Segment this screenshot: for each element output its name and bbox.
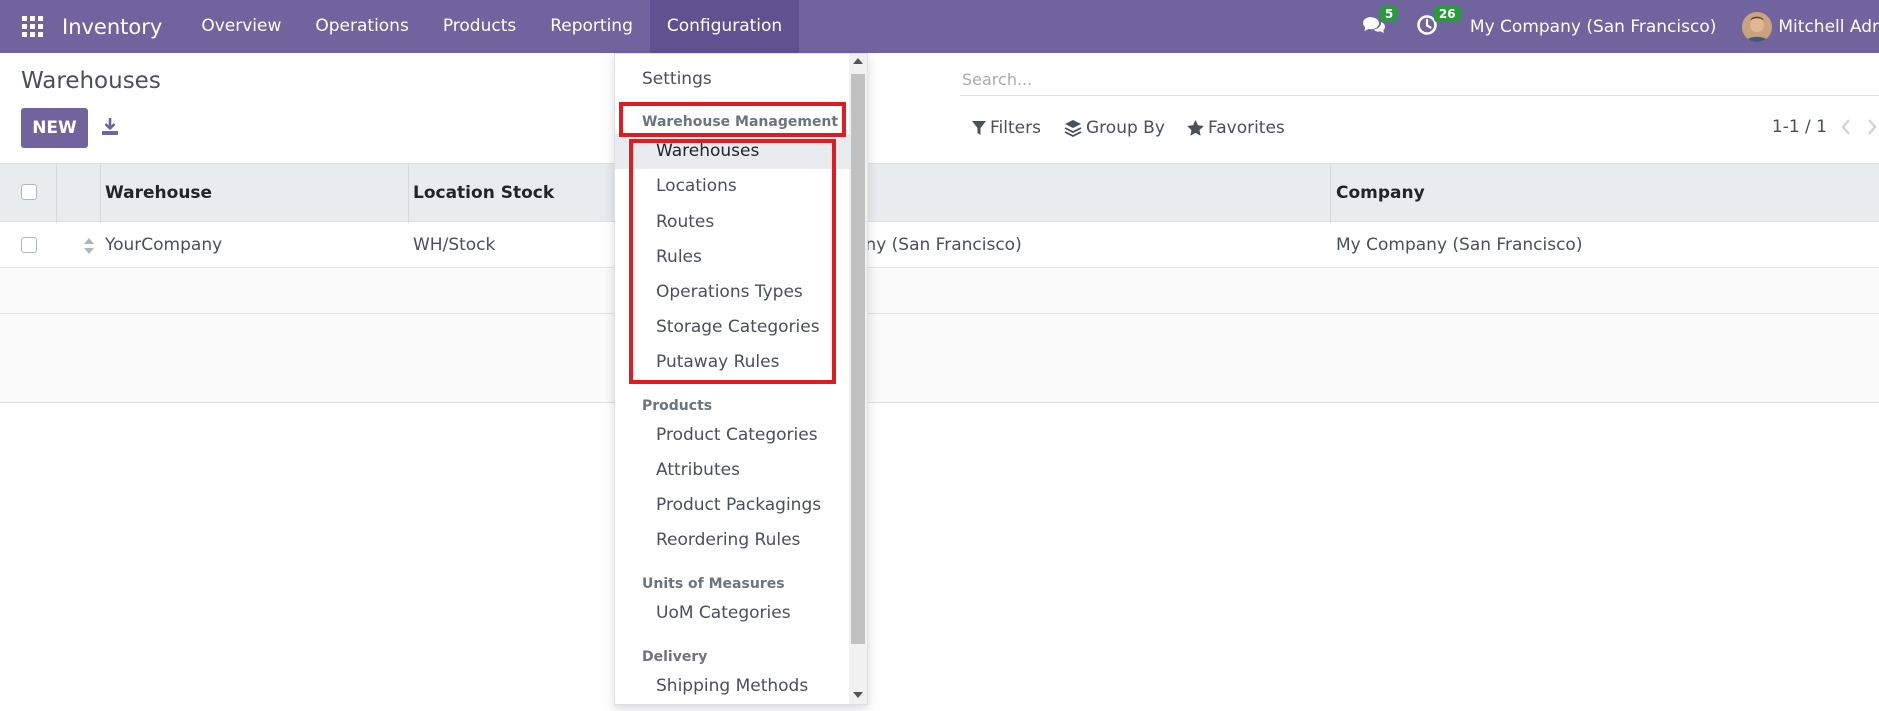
select-all-checkbox[interactable] bbox=[21, 184, 37, 200]
star-icon bbox=[1187, 120, 1204, 136]
menu-item-shipping-methods[interactable]: Shipping Methods bbox=[615, 669, 851, 704]
messages-count-badge: 5 bbox=[1379, 5, 1399, 22]
row-select-checkbox[interactable] bbox=[21, 237, 37, 253]
column-header-warehouse[interactable]: Warehouse bbox=[105, 164, 212, 223]
download-icon[interactable] bbox=[101, 116, 119, 136]
scroll-down-arrow-icon[interactable] bbox=[853, 692, 863, 698]
messages-systray[interactable]: 5 bbox=[1362, 5, 1399, 40]
groupby-label: Group By bbox=[1086, 118, 1165, 138]
apps-grid-icon[interactable] bbox=[22, 15, 44, 38]
column-header-location-stock[interactable]: Location Stock bbox=[413, 164, 554, 223]
cell-location-stock: WH/Stock bbox=[413, 235, 496, 255]
dropdown-scrollbar[interactable] bbox=[849, 54, 867, 704]
section-delivery: Delivery bbox=[642, 649, 708, 665]
favorites-label: Favorites bbox=[1208, 118, 1285, 138]
filter-icon bbox=[972, 121, 986, 135]
activities-count-badge: 26 bbox=[1433, 5, 1461, 22]
column-header-company[interactable]: Company bbox=[1336, 164, 1425, 223]
app-brand[interactable]: Inventory bbox=[62, 15, 162, 39]
activities-systray[interactable]: 26 bbox=[1416, 5, 1461, 40]
empty-row bbox=[0, 269, 1879, 314]
top-navbar: Inventory Overview Operations Products R… bbox=[0, 0, 1879, 53]
scrollbar-thumb[interactable] bbox=[851, 74, 865, 644]
scroll-up-arrow-icon[interactable] bbox=[853, 58, 863, 64]
menu-item-uom-categories[interactable]: UoM Categories bbox=[615, 596, 851, 631]
empty-row bbox=[0, 358, 1879, 403]
cell-address: any (San Francisco) bbox=[855, 235, 1022, 255]
menu-overview[interactable]: Overview bbox=[184, 0, 298, 53]
cell-warehouse: YourCompany bbox=[105, 235, 223, 255]
menu-reporting[interactable]: Reporting bbox=[533, 0, 650, 53]
menu-products[interactable]: Products bbox=[426, 0, 533, 53]
menu-item-product-packagings[interactable]: Product Packagings bbox=[615, 488, 851, 523]
layers-icon bbox=[1064, 120, 1082, 137]
company-switcher[interactable]: My Company (San Francisco) bbox=[1470, 17, 1716, 37]
empty-row bbox=[0, 314, 1879, 359]
table-row[interactable]: YourCompany WH/Stock any (San Francisco)… bbox=[0, 223, 1879, 268]
table-header: Warehouse Location Stock Company bbox=[0, 163, 1879, 223]
chevron-left-icon[interactable] bbox=[1839, 117, 1853, 137]
groupby-toggle[interactable]: Group By bbox=[1064, 118, 1165, 138]
filters-label: Filters bbox=[990, 118, 1041, 138]
search-input[interactable] bbox=[960, 64, 1879, 96]
section-products: Products bbox=[642, 398, 713, 414]
chevron-right-icon[interactable] bbox=[1865, 117, 1879, 137]
cell-company: My Company (San Francisco) bbox=[1336, 235, 1583, 255]
highlight-warehouse-management-header bbox=[619, 102, 846, 137]
menu-item-settings[interactable]: Settings bbox=[615, 62, 851, 97]
section-units-of-measures: Units of Measures bbox=[642, 576, 785, 592]
filters-toggle[interactable]: Filters bbox=[972, 118, 1041, 138]
menu-configuration[interactable]: Configuration bbox=[649, 0, 800, 53]
highlight-warehouse-management-items bbox=[629, 139, 836, 384]
user-avatar[interactable] bbox=[1742, 11, 1773, 42]
user-menu[interactable]: Mitchell Adr bbox=[1778, 17, 1879, 37]
page-title[interactable]: Warehouses bbox=[21, 68, 161, 94]
drag-handle-icon[interactable] bbox=[83, 237, 95, 255]
menu-item-reordering-rules[interactable]: Reordering Rules bbox=[615, 523, 851, 558]
menu-item-product-categories[interactable]: Product Categories bbox=[615, 418, 851, 453]
menu-operations[interactable]: Operations bbox=[298, 0, 425, 53]
pager-value[interactable]: 1-1 / 1 bbox=[1772, 117, 1827, 137]
menu-item-attributes[interactable]: Attributes bbox=[615, 453, 851, 488]
new-button[interactable]: NEW bbox=[21, 108, 88, 148]
favorites-toggle[interactable]: Favorites bbox=[1187, 118, 1285, 138]
